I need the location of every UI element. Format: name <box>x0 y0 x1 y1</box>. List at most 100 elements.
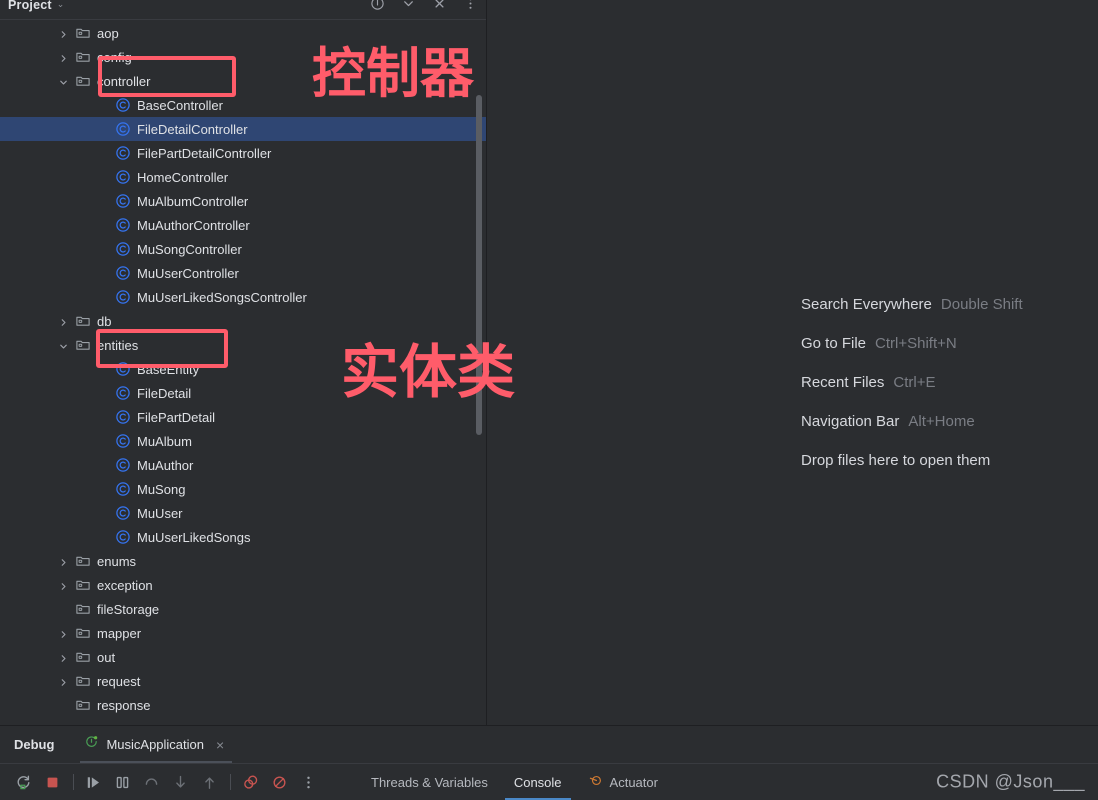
mute-breakpoints-button[interactable] <box>268 771 290 793</box>
tree-row-muusercontroller[interactable]: MuUserController <box>0 261 486 285</box>
chevron-right-icon[interactable] <box>58 652 69 663</box>
tree-row-muauthor[interactable]: MuAuthor <box>0 453 486 477</box>
tree-row-response[interactable]: response <box>0 693 486 717</box>
tree-row-label: controller <box>97 73 151 89</box>
tree-row-muuser[interactable]: MuUser <box>0 501 486 525</box>
tree-row-label: exception <box>97 577 153 593</box>
view-breakpoints-button[interactable] <box>239 771 261 793</box>
java-class-icon <box>115 481 131 497</box>
java-class-icon <box>115 145 131 161</box>
tree-row-muuserlikedsongscontroller[interactable]: MuUserLikedSongsController <box>0 285 486 309</box>
tree-row-muauthorcontroller[interactable]: MuAuthorController <box>0 213 486 237</box>
tree-row-label: MuUser <box>137 505 183 521</box>
tree-row-enums[interactable]: enums <box>0 549 486 573</box>
project-tree-scrollbar[interactable] <box>476 95 482 435</box>
tree-row-filedetailcontroller[interactable]: FileDetailController <box>0 117 486 141</box>
java-class-icon <box>115 193 131 209</box>
tree-row-label: mapper <box>97 625 142 641</box>
chevron-right-icon[interactable] <box>58 316 69 327</box>
spring-boot-icon <box>84 735 99 755</box>
tab-label: Threads & Variables <box>371 774 488 790</box>
tree-row-label: HomeController <box>137 169 229 185</box>
tree-row-label: MuUserLikedSongs <box>137 529 251 545</box>
tree-row-label: MuAuthorController <box>137 217 250 233</box>
shortcut-action-label: Recent Files <box>801 374 885 391</box>
tree-row-request[interactable]: request <box>0 669 486 693</box>
tree-row-label: BaseEntity <box>137 361 200 377</box>
tree-row-config[interactable]: config <box>0 45 486 69</box>
tree-row-filepartdetailcontroller[interactable]: FilePartDetailController <box>0 141 486 165</box>
tree-row-musongcontroller[interactable]: MuSongController <box>0 237 486 261</box>
stop-button[interactable] <box>41 771 63 793</box>
tree-row-label: db <box>97 313 112 329</box>
chevron-down-icon[interactable] <box>58 340 69 351</box>
java-class-icon <box>115 361 131 377</box>
shortcut-hint-row: Search Everywhere Double Shift <box>801 285 1098 324</box>
tab-actuator[interactable]: Actuator <box>575 764 671 800</box>
tree-row-mualbum[interactable]: MuAlbum <box>0 429 486 453</box>
java-class-icon <box>115 505 131 521</box>
close-icon[interactable]: × <box>216 738 224 752</box>
resume-program-button[interactable] <box>82 771 104 793</box>
folder-icon <box>75 697 91 713</box>
tree-row-label: MuAlbum <box>137 433 192 449</box>
debug-window-title: Debug <box>14 737 55 752</box>
tab-console[interactable]: Console <box>501 764 575 800</box>
tree-row-musong[interactable]: MuSong <box>0 477 486 501</box>
more-options-icon[interactable] <box>463 0 478 11</box>
tree-row-controller[interactable]: controller <box>0 69 486 93</box>
tree-row-db[interactable]: db <box>0 309 486 333</box>
tree-row-mualbumcontroller[interactable]: MuAlbumController <box>0 189 486 213</box>
run-configuration-tab[interactable]: MusicApplication × <box>80 726 232 763</box>
tree-row-label: MuSong <box>137 481 186 497</box>
tree-row-filedetail[interactable]: FileDetail <box>0 381 486 405</box>
debug-toolbar: Threads & Variables Console Actuator CSD… <box>0 763 1098 800</box>
tree-row-aop[interactable]: aop <box>0 21 486 45</box>
tree-row-filestorage[interactable]: fileStorage <box>0 597 486 621</box>
close-icon[interactable] <box>432 0 447 11</box>
debug-content-tabs: Threads & Variables Console Actuator <box>358 764 671 800</box>
tree-row-entities[interactable]: entities <box>0 333 486 357</box>
tree-row-basecontroller[interactable]: BaseController <box>0 93 486 117</box>
tree-row-out[interactable]: out <box>0 645 486 669</box>
tree-row-muuserlikedsongs[interactable]: MuUserLikedSongs <box>0 525 486 549</box>
chevron-down-icon[interactable] <box>58 76 69 87</box>
tree-row-label: fileStorage <box>97 601 160 617</box>
help-icon[interactable] <box>370 0 385 11</box>
step-over-button[interactable] <box>140 771 162 793</box>
java-class-icon <box>115 241 131 257</box>
panel-title: Project <box>8 0 52 12</box>
shortcut-hint-row: Navigation Bar Alt+Home <box>801 402 1098 441</box>
tab-threads-and-variables[interactable]: Threads & Variables <box>358 764 501 800</box>
more-actions-button[interactable] <box>297 771 319 793</box>
editor-empty-state: Search Everywhere Double Shift Go to File C… <box>487 0 1098 725</box>
tree-row-label: FilePartDetail <box>137 409 216 425</box>
chevron-right-icon[interactable] <box>58 580 69 591</box>
ide-upper-area: Project ⌄ aop config controller BaseCont… <box>0 0 1098 725</box>
step-into-button[interactable] <box>169 771 191 793</box>
hide-down-icon[interactable] <box>401 0 416 11</box>
chevron-right-icon[interactable] <box>58 28 69 39</box>
tree-row-mapper[interactable]: mapper <box>0 621 486 645</box>
tree-row-filepartdetail[interactable]: FilePartDetail <box>0 405 486 429</box>
step-out-button[interactable] <box>198 771 220 793</box>
shortcut-action-label: Search Everywhere <box>801 296 932 313</box>
java-class-icon <box>115 385 131 401</box>
folder-icon <box>75 49 91 65</box>
tree-row-baseentity[interactable]: BaseEntity <box>0 357 486 381</box>
chevron-right-icon[interactable] <box>58 556 69 567</box>
folder-icon <box>75 601 91 617</box>
watermark-text: CSDN @Json___ <box>936 771 1085 792</box>
project-tree[interactable]: aop config controller BaseController FileDet… <box>0 20 486 717</box>
chevron-right-icon[interactable] <box>58 628 69 639</box>
chevron-right-icon[interactable] <box>58 676 69 687</box>
rerun-button[interactable] <box>12 771 34 793</box>
chevron-right-icon[interactable] <box>58 52 69 63</box>
java-class-icon <box>115 169 131 185</box>
shortcut-keys-label: Alt+Home <box>908 413 975 430</box>
tree-row-label: MuUserController <box>137 265 239 281</box>
tree-row-exception[interactable]: exception <box>0 573 486 597</box>
chevron-down-icon[interactable]: ⌄ <box>57 0 65 10</box>
tree-row-homecontroller[interactable]: HomeController <box>0 165 486 189</box>
pause-program-button[interactable] <box>111 771 133 793</box>
